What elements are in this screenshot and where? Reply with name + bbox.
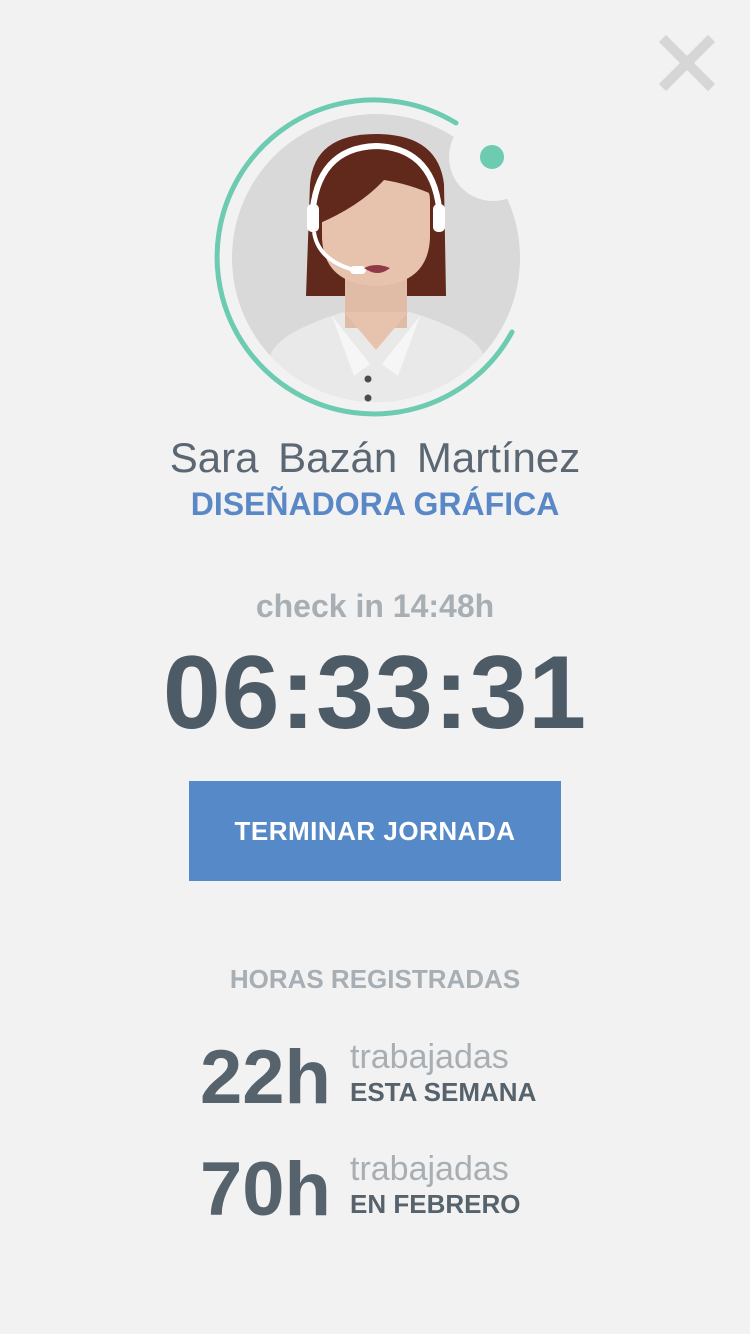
hours-week-stat: 22h trabajadas ESTA SEMANA [0,1038,750,1118]
hours-week-value: 22h [200,1035,331,1120]
close-button[interactable] [658,34,716,92]
avatar [214,96,538,420]
hours-section-title: HORAS REGISTRADAS [229,964,521,994]
operator-with-headset-icon [214,97,520,417]
hours-week-label: trabajadas [350,1038,509,1076]
check-in-time: check in 14:48h [255,588,495,624]
hours-week-period: ESTA SEMANA [350,1077,537,1107]
hours-month-label: trabajadas [350,1150,509,1188]
elapsed-timer: 06:33:31 [162,635,588,751]
user-name: Sara Bazán Martínez [169,434,581,481]
user-role: DISEÑADORA GRÁFICA [190,486,560,522]
close-icon [658,34,716,92]
hours-month-period: EN FEBRERO [350,1189,521,1219]
end-workday-button[interactable]: TERMINAR JORNADA [189,781,561,881]
hours-month-value: 70h [200,1147,331,1232]
online-status-dot [480,145,504,169]
hours-month-stat: 70h trabajadas EN FEBRERO [0,1150,750,1230]
